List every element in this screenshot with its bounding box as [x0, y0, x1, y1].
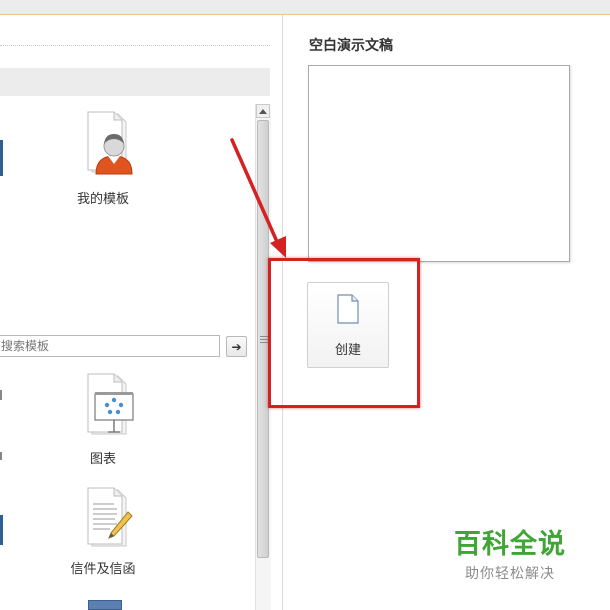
arrow-right-icon: ➔ — [231, 339, 242, 354]
create-button[interactable]: 创建 — [307, 282, 389, 368]
template-my-templates[interactable]: 我的模板 — [48, 108, 158, 207]
letter-template-icon — [87, 487, 133, 547]
title-strip — [0, 0, 610, 15]
splitter-grip-icon[interactable] — [260, 336, 268, 344]
cut-off-template-edge — [0, 452, 2, 460]
preview-title: 空白演示文稿 — [309, 38, 393, 54]
cut-off-template-edge — [0, 140, 3, 176]
create-label: 创建 — [334, 343, 361, 358]
watermark-slogan: 助你轻松解决 — [465, 566, 555, 582]
cut-off-template-edge — [0, 515, 3, 545]
watermark: 百科全说 助你轻松解决 — [440, 522, 580, 583]
chart-template-icon — [87, 373, 134, 435]
search-templates-input[interactable] — [0, 335, 220, 357]
new-presentation-dialog: 我的模板 ➔ 图表 — [0, 0, 610, 610]
preview-thumbnail — [308, 65, 570, 262]
template-label: 信件及信函 — [70, 562, 136, 577]
template-partial-icon — [88, 600, 122, 610]
template-letters[interactable]: 信件及信函 — [48, 486, 158, 577]
blank-document-icon — [337, 294, 359, 324]
template-label: 我的模板 — [76, 192, 129, 207]
template-charts[interactable]: 图表 — [48, 370, 158, 467]
cut-off-template-edge — [0, 390, 2, 400]
dotted-divider — [0, 45, 270, 46]
template-label: 图表 — [89, 452, 116, 467]
category-header — [0, 68, 270, 96]
watermark-logo: 百科全说 — [454, 529, 566, 560]
scroll-up-button[interactable] — [256, 104, 270, 118]
user-template-icon — [87, 111, 133, 175]
search-go-button[interactable]: ➔ — [226, 336, 247, 357]
chevron-up-icon — [259, 108, 267, 114]
